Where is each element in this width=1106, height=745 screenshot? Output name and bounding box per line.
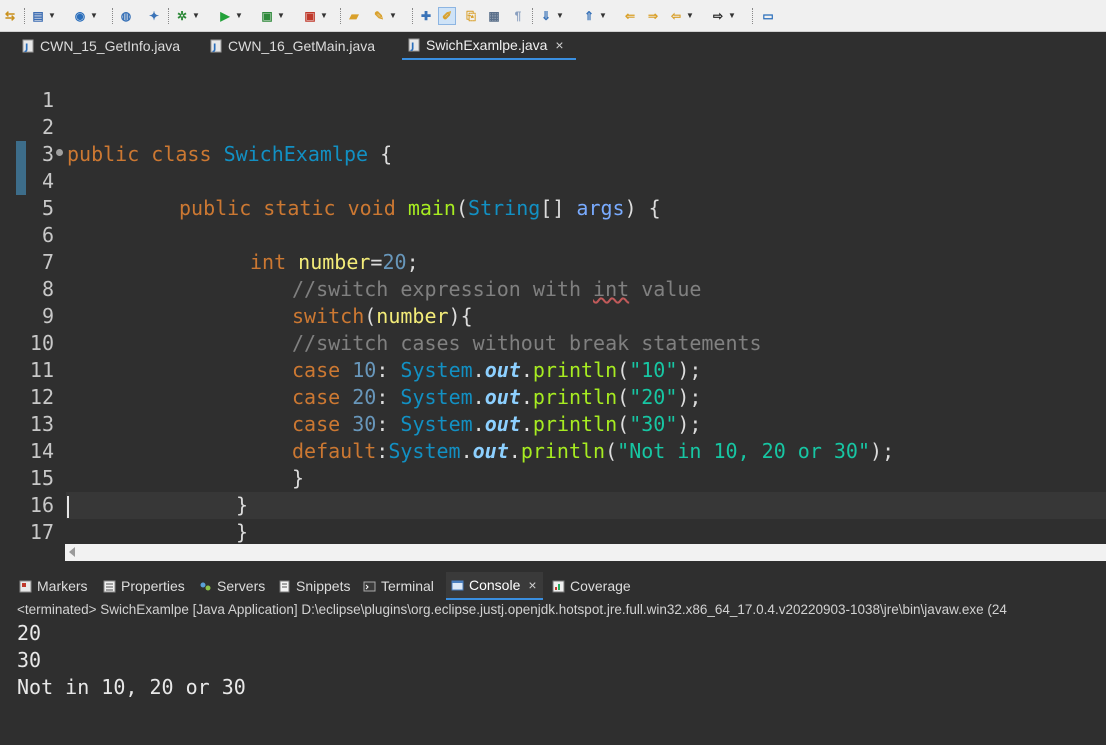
code-line: 10 case 10: System.out.println("10"); [14,303,1106,382]
toggle-icon[interactable]: ⇆ [2,7,18,25]
svg-text:J: J [212,43,216,53]
run-config-icon[interactable]: ▣ ▼ [259,7,285,25]
console-icon [450,578,464,592]
tab-label: Console [469,577,521,593]
tab-cwn15-getinfo[interactable]: J CWN_15_GetInfo.java [16,32,204,60]
tab-properties[interactable]: Properties [98,572,185,600]
tab-label: SwichExamlpe.java [426,37,548,53]
pin-icon[interactable]: ▭ [760,7,776,25]
tab-label: Properties [121,578,185,594]
run-icon[interactable]: ▶ ▼ [217,7,243,25]
terminal-icon [362,579,376,593]
toolbar-separator [532,8,533,24]
toolbar-separator [168,8,169,24]
save-icon[interactable]: ◉ ▼ [72,7,98,25]
tab-markers[interactable]: Markers [14,572,88,600]
code-line: 2 public class SwichExamlpe { [14,87,1106,166]
tab-label: Terminal [381,578,434,594]
tab-label: CWN_15_GetInfo.java [40,38,181,54]
mark-occurrences-icon[interactable]: ✐ [438,7,456,25]
markers-icon [18,579,32,593]
coverage-icon [551,579,565,593]
code-line: 16 } [14,465,1106,544]
tab-label: Coverage [570,578,631,594]
console-line: 30 [17,648,42,672]
tab-snippets[interactable]: Snippets [273,572,350,600]
toolbar-separator [112,8,113,24]
tab-label: Markers [37,578,88,594]
new-icon[interactable]: ▤ ▼ [30,7,56,25]
back-icon[interactable]: ⇦ ▼ [668,7,694,25]
web-icon[interactable]: ◍ [118,7,134,25]
close-icon[interactable]: × [555,37,563,53]
code-line: 4 public static void main(String[] args)… [14,141,1106,220]
java-file-icon: J [210,39,222,53]
code-line: 12 case 30: System.out.println("30"); [14,357,1106,436]
code-line: 6 int number=20; [14,195,1106,274]
tab-label: Servers [217,578,266,594]
debug-icon[interactable]: ✲ ▼ [174,7,200,25]
code-line: 3 [14,114,1106,166]
tab-cwn16-getmain[interactable]: J CWN_16_GetMain.java [204,32,398,60]
tab-servers[interactable]: Servers [194,572,265,600]
forward-icon[interactable]: ⇨ ▼ [710,7,736,25]
toolbar-separator [24,8,25,24]
wand-icon[interactable]: ✦ [146,7,162,25]
console-line: Not in 10, 20 or 30 [17,675,246,699]
toolbar-separator [412,8,413,24]
svg-text:J: J [410,42,414,52]
prev-annotation-icon[interactable]: ⇑ ▼ [581,7,607,25]
toolbar-separator [340,8,341,24]
code-line: 17 [14,492,1106,544]
code-line: 15 } [14,438,1106,517]
scroll-left-icon[interactable] [69,547,75,557]
last-edit-icon[interactable]: ⇐ [622,7,638,25]
close-icon[interactable]: × [528,577,536,593]
whitespace-icon[interactable]: ¶ [510,7,526,25]
java-file-icon: J [408,38,420,52]
next-annotation-icon[interactable]: ⇓ ▼ [538,7,564,25]
open-folder-icon[interactable]: ▰ [346,7,362,25]
fold-marker-icon[interactable] [56,149,63,156]
brush-icon[interactable]: ✎ ▼ [371,7,397,25]
code-line: 11 case 20: System.out.println("20"); [14,330,1106,409]
view-tabs: Markers Properties Servers Snippets Term… [14,572,1106,600]
tab-label: CWN_16_GetMain.java [228,38,376,54]
console-output[interactable]: 20 30 Not in 10, 20 or 30 [14,620,1106,745]
brace: } [236,520,249,544]
main-toolbar: ⇆ ▤ ▼ ◉ ▼ ◍ ✦ ✲ ▼ ▶ ▼ ▣ ▼ ▣ ▼ ▰ ✎ ▼ ✚ ✐ ⎘ ▦ ¶ ⇓… [0,0,1106,32]
console-line: 20 [17,621,42,645]
code-editor[interactable]: 1 2 public class SwichExamlpe { 3 4 publ… [14,60,1106,544]
code-line: 14 } [14,411,1106,490]
code-line: 9 //switch cases without break statement… [14,276,1106,355]
edit-icon[interactable]: ⎘ [463,7,479,25]
editor-tabs: J CWN_15_GetInfo.java J CWN_16_GetMain.j… [0,32,1106,60]
java-file-icon: J [22,39,34,53]
tab-coverage[interactable]: Coverage [547,572,631,600]
code-line: 5 [14,168,1106,220]
annotation-icon[interactable]: ✚ [418,7,434,25]
code-line: 8 switch(number){ [14,249,1106,328]
code-line: 1 [14,60,1106,112]
toolbar-separator [752,8,753,24]
tab-terminal[interactable]: Terminal [358,572,434,600]
code-line: 13 default:System.out.println("Not in 10… [14,384,1106,463]
console-description: <terminated> SwichExamlpe [Java Applicat… [14,600,1106,620]
snippets-icon [277,579,291,593]
last-edit-forward-icon[interactable]: ⇒ [645,7,661,25]
block-icon[interactable]: ▦ [486,7,502,25]
properties-icon [102,579,116,593]
line-number: 17 [29,520,54,544]
code-line: 7 //switch expression with int value [14,222,1106,301]
horizontal-scrollbar[interactable] [65,544,1106,561]
tab-label: Snippets [296,578,351,594]
tab-swichexamlpe[interactable]: J SwichExamlpe.java × [402,32,576,60]
coverage-icon[interactable]: ▣ ▼ [302,7,328,25]
servers-icon [198,579,212,593]
svg-text:J: J [24,43,28,53]
text-caret [67,496,69,518]
tab-console[interactable]: Console × [446,572,543,600]
